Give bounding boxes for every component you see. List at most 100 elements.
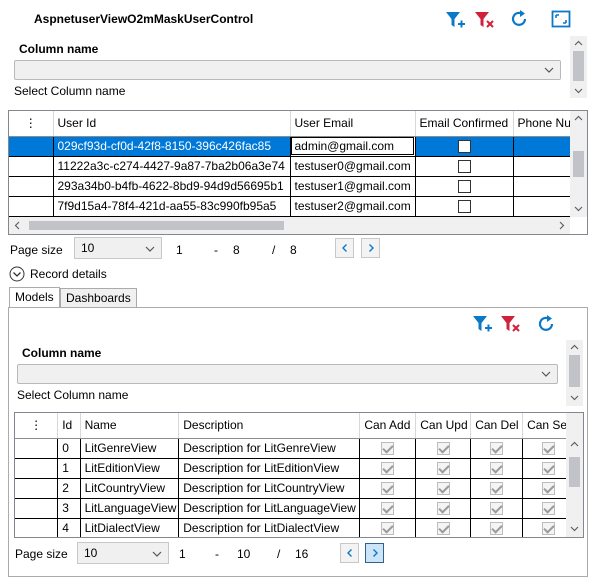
email-confirmed-checkbox[interactable] (457, 180, 471, 194)
name-cell[interactable]: LitGenreView (80, 438, 180, 459)
row-header[interactable] (15, 498, 59, 519)
models-grid[interactable]: ⋮ Id Name Description Can Add Can Upd Ca… (14, 412, 584, 538)
column-chooser-icon[interactable]: ⋮ (9, 111, 54, 137)
id-cell[interactable]: 4 (57, 518, 81, 537)
name-cell[interactable]: LitDialectView (80, 518, 180, 537)
row-header[interactable] (15, 458, 59, 479)
email-confirmed-cell[interactable] (415, 196, 514, 217)
scroll-left-icon[interactable] (12, 220, 23, 231)
scroll-up-icon[interactable] (573, 113, 584, 124)
email-confirmed-cell[interactable] (415, 136, 514, 157)
col-header-can-del[interactable]: Can Del (470, 413, 524, 439)
description-cell[interactable]: Description for LitDialectView (178, 518, 361, 537)
user-id-cell[interactable]: 11222a3c-c274-4427-9a87-7ba2b06a3e74 (53, 156, 291, 177)
col-header-id[interactable]: Id (57, 413, 81, 439)
description-cell[interactable]: Description for LitLanguageView (178, 498, 361, 519)
name-cell[interactable]: LitEditionView (80, 458, 180, 479)
id-cell[interactable]: 0 (57, 438, 81, 459)
expand-circle-icon[interactable] (9, 266, 25, 282)
description-cell[interactable]: Description for LitGenreView (178, 438, 361, 459)
name-cell[interactable]: LitLanguageView (80, 498, 180, 519)
table-row[interactable]: 7f9d15a4-78f4-421d-aa55-83c990fb95a5 tes… (9, 196, 587, 217)
row-header[interactable] (9, 156, 54, 177)
tab-models[interactable]: Models (9, 287, 60, 309)
row-header[interactable] (9, 196, 54, 217)
col-header-user-email[interactable]: User Email (290, 111, 416, 137)
row-header[interactable] (15, 518, 59, 537)
scroll-down-icon[interactable] (573, 203, 584, 214)
scroll-up-icon[interactable] (569, 342, 580, 353)
row-header[interactable] (9, 136, 54, 157)
id-cell[interactable]: 3 (57, 498, 81, 519)
col-header-can-add[interactable]: Can Add (359, 413, 417, 439)
page-size-combo[interactable]: 10 (77, 542, 169, 564)
column-name-combo[interactable] (14, 60, 561, 80)
refresh-icon[interactable] (508, 8, 530, 30)
models-filter-scrollbar[interactable] (566, 340, 583, 406)
scroll-down-icon[interactable] (569, 392, 580, 403)
name-cell[interactable]: LitCountryView (80, 478, 180, 499)
row-header[interactable] (9, 176, 54, 197)
filter-panel-scrollbar[interactable] (570, 36, 587, 98)
id-cell[interactable]: 2 (57, 478, 81, 499)
models-grid-vscroll[interactable] (566, 413, 583, 537)
table-row[interactable]: 029cf93d-cf0d-42f8-8150-396c426fac85 adm… (9, 136, 587, 157)
table-row[interactable]: 3 LitLanguageView Description for LitLan… (15, 498, 575, 519)
col-header-can-upd[interactable]: Can Upd (415, 413, 472, 439)
scrollbar-thumb[interactable] (29, 221, 284, 230)
user-email-cell[interactable]: testuser1@gmail.com (290, 176, 416, 197)
col-header-user-id[interactable]: User Id (53, 111, 291, 137)
prev-page-button[interactable] (335, 238, 354, 258)
scroll-up-icon[interactable] (573, 38, 584, 49)
user-email-cell[interactable]: testuser0@gmail.com (290, 156, 416, 177)
scroll-up-icon[interactable] (569, 439, 580, 450)
fullscreen-icon[interactable] (550, 8, 572, 30)
refresh-icon[interactable] (535, 313, 557, 335)
filter-clear-icon[interactable] (473, 9, 495, 31)
models-column-name-combo[interactable] (17, 364, 558, 384)
table-row[interactable]: 293a34b0-b4fb-4622-8bd9-94d9d56695b1 tes… (9, 176, 587, 197)
table-row[interactable]: 0 LitGenreView Description for LitGenreV… (15, 438, 575, 459)
col-header-name[interactable]: Name (80, 413, 180, 439)
row-header[interactable] (15, 478, 59, 499)
scrollbar-thumb[interactable] (569, 457, 580, 487)
scrollbar-thumb[interactable] (569, 355, 580, 387)
email-confirmed-cell[interactable] (415, 156, 514, 177)
table-row[interactable]: 1 LitEditionView Description for LitEdit… (15, 458, 575, 479)
table-row[interactable]: 2 LitCountryView Description for LitCoun… (15, 478, 575, 499)
email-confirmed-checkbox[interactable] (457, 140, 471, 154)
page-size-combo[interactable]: 10 (74, 237, 162, 259)
tab-dashboards[interactable]: Dashboards (60, 288, 137, 308)
scroll-right-icon[interactable] (556, 220, 567, 231)
column-chooser-icon[interactable]: ⋮ (15, 413, 59, 439)
filter-clear-icon[interactable] (499, 313, 521, 335)
record-details-label[interactable]: Record details (30, 267, 107, 281)
user-grid[interactable]: ⋮ User Id User Email Email Confirmed Pho… (8, 110, 588, 235)
scroll-down-icon[interactable] (573, 85, 584, 96)
email-confirmed-checkbox[interactable] (457, 200, 471, 214)
col-header-description[interactable]: Description (178, 413, 361, 439)
next-page-button[interactable] (365, 543, 384, 563)
user-email-cell[interactable]: admin@gmail.com (290, 136, 416, 157)
table-row[interactable]: 11222a3c-c274-4427-9a87-7ba2b06a3e74 tes… (9, 156, 587, 177)
email-confirmed-cell[interactable] (415, 176, 514, 197)
scrollbar-thumb[interactable] (573, 51, 584, 81)
table-row[interactable]: 4 LitDialectView Description for LitDial… (15, 518, 575, 537)
filter-add-icon[interactable] (471, 313, 493, 335)
user-id-cell[interactable]: 293a34b0-b4fb-4622-8bd9-94d9d56695b1 (53, 176, 291, 197)
user-id-cell[interactable]: 7f9d15a4-78f4-421d-aa55-83c990fb95a5 (53, 196, 291, 217)
next-page-button[interactable] (361, 238, 380, 258)
description-cell[interactable]: Description for LitCountryView (178, 478, 361, 499)
scrollbar-thumb[interactable] (573, 151, 584, 177)
user-grid-hscroll[interactable] (9, 217, 570, 234)
user-email-cell[interactable]: testuser2@gmail.com (290, 196, 416, 217)
description-cell[interactable]: Description for LitEditionView (178, 458, 361, 479)
id-cell[interactable]: 1 (57, 458, 81, 479)
user-grid-vscroll[interactable] (570, 111, 587, 217)
email-confirmed-checkbox[interactable] (457, 160, 471, 174)
prev-page-button[interactable] (340, 543, 359, 563)
filter-add-icon[interactable] (444, 9, 466, 31)
row-header[interactable] (15, 438, 59, 459)
user-id-cell[interactable]: 029cf93d-cf0d-42f8-8150-396c426fac85 (53, 136, 291, 157)
col-header-email-confirmed[interactable]: Email Confirmed (415, 111, 514, 137)
